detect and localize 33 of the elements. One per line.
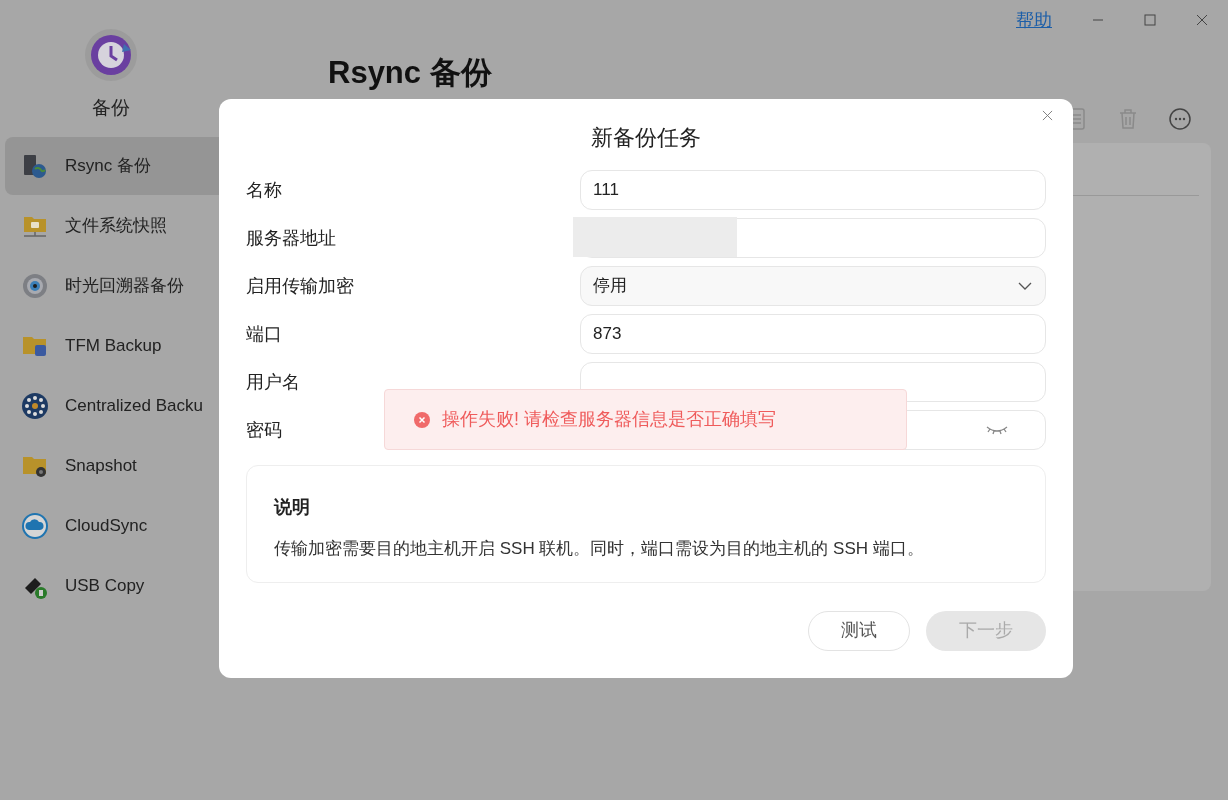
page-title: Rsync 备份: [327, 54, 493, 92]
clock-logo-icon: [84, 28, 138, 82]
sidebar-item[interactable]: 文件系统快照: [5, 196, 222, 255]
field-label: 密码: [246, 419, 282, 440]
sidebar-item[interactable]: TFM Backup: [5, 316, 222, 375]
app-name: 备份: [92, 96, 130, 120]
close-icon[interactable]: [1196, 14, 1208, 26]
field-label: 启用传输加密: [246, 275, 354, 296]
field-label: 名称: [246, 179, 282, 200]
error-message: 操作失败! 请检查服务器信息是否正确填写: [442, 408, 776, 431]
cloud-icon: [21, 511, 49, 540]
text-field[interactable]: 873: [580, 314, 1046, 354]
sidebar-item[interactable]: Snapshot: [5, 436, 222, 495]
select-field[interactable]: 停用: [580, 266, 1046, 306]
field-label: 用户名: [246, 371, 300, 392]
test-button[interactable]: 测试: [808, 610, 910, 651]
more-icon[interactable]: [1168, 106, 1192, 131]
sidebar-item[interactable]: 时光回溯器备份: [5, 256, 222, 315]
sidebar-item[interactable]: Rsync 备份: [5, 136, 222, 195]
sidebar-item[interactable]: USB Copy: [5, 556, 222, 615]
network-hub-icon: [21, 391, 49, 420]
gear-icon: [21, 271, 49, 300]
dialog-title: 新备份任务: [590, 124, 702, 152]
sidebar-item[interactable]: Centralized Backu: [5, 376, 222, 435]
note-text: 传输加密需要目的地主机开启 SSH 联机。同时，端口需设为目的地主机的 SSH 端口。: [274, 538, 925, 560]
maximize-icon[interactable]: [1144, 14, 1156, 26]
field-label: 端口: [246, 323, 282, 344]
close-icon[interactable]: [1042, 110, 1053, 121]
text-field[interactable]: 111: [580, 170, 1046, 210]
error-icon: [414, 411, 430, 428]
field-label: 服务器地址: [246, 227, 336, 248]
note-title: 说明: [274, 496, 311, 519]
sidebar-item[interactable]: CloudSync: [5, 496, 222, 555]
